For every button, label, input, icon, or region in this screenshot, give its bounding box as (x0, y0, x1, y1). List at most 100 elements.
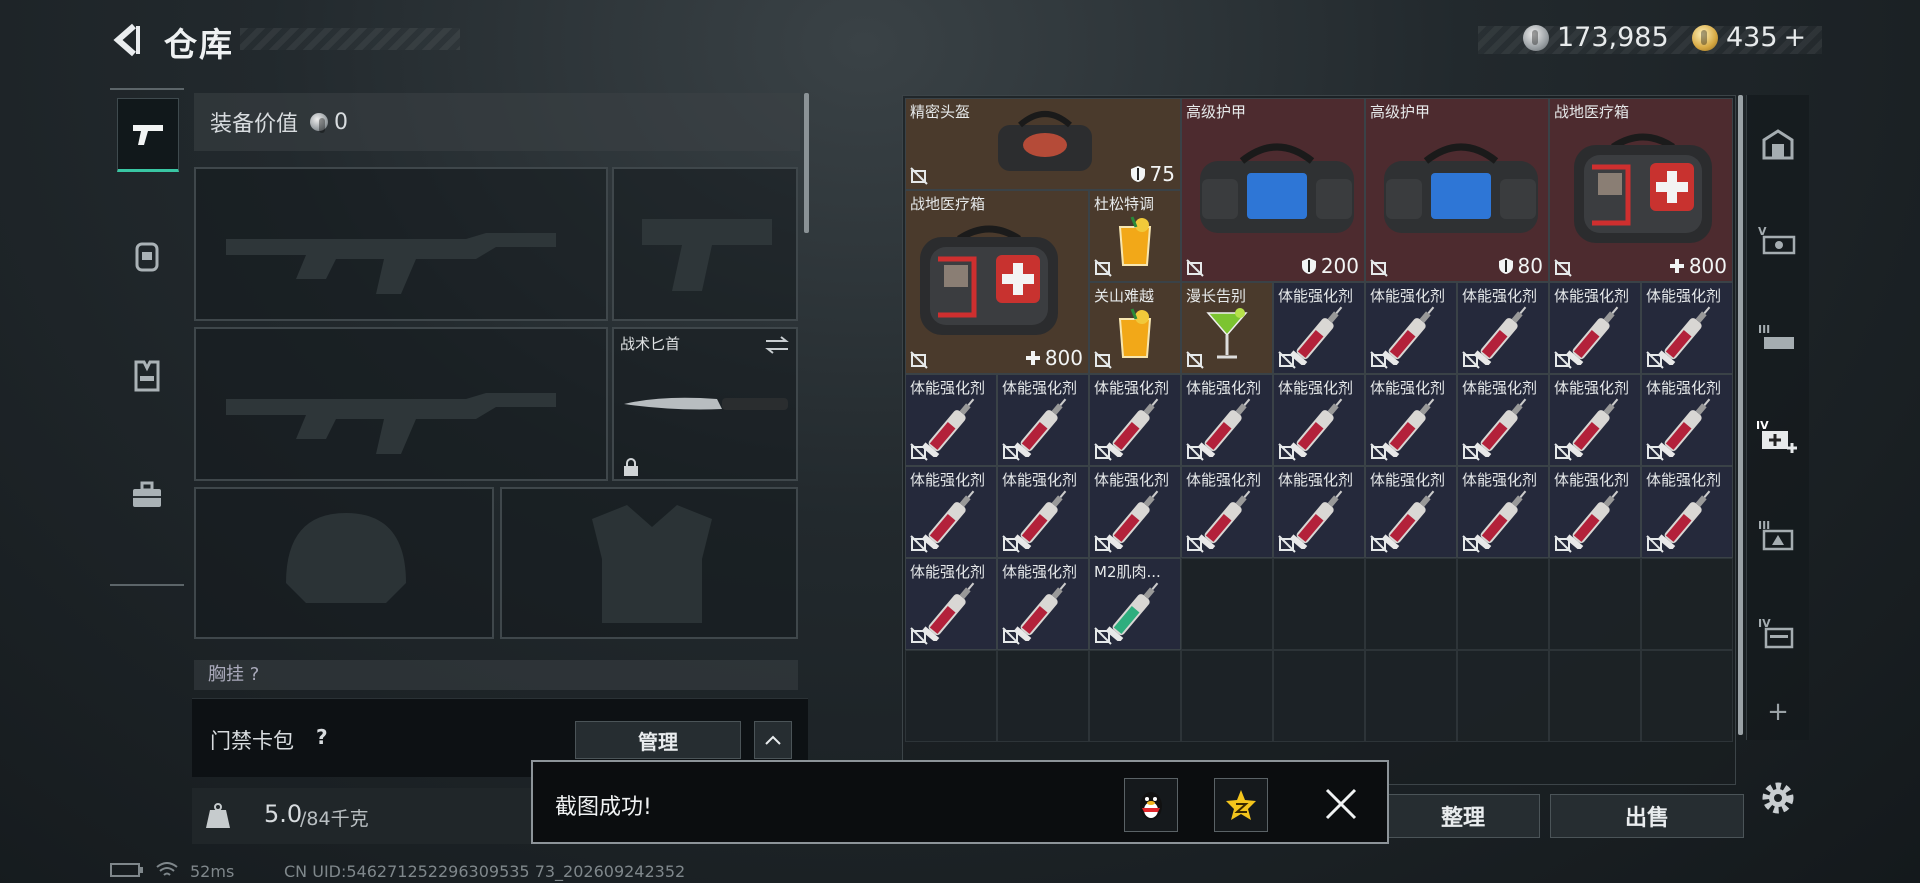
no-trade-icon (1462, 535, 1480, 553)
empty-slot (997, 650, 1089, 742)
helmet-slot[interactable] (194, 487, 494, 639)
inventory-item[interactable]: 体能强化剂 (1089, 374, 1181, 466)
loadout-scrollbar[interactable] (804, 93, 809, 233)
storage-tab-4-medical[interactable]: IV (1755, 413, 1801, 459)
storage-tab-3b[interactable]: III (1755, 511, 1801, 557)
tab-weapons[interactable] (117, 98, 179, 172)
storage-nav: V III IV III IV + (1746, 95, 1809, 740)
inventory-item[interactable]: 体能强化剂 (1457, 282, 1549, 374)
primary-weapon-slot[interactable] (194, 167, 608, 321)
storage-tab-4[interactable]: IV (1755, 609, 1801, 655)
inventory-item[interactable]: 体能强化剂 (905, 558, 997, 650)
armor-slot[interactable] (500, 487, 798, 639)
inventory-item[interactable]: 体能强化剂 (1549, 374, 1641, 466)
storage-iii-icon: III (1758, 323, 1794, 349)
keycard-help-icon[interactable]: ? (316, 725, 328, 749)
inventory-item[interactable]: 体能强化剂 (1273, 466, 1365, 558)
wifi-icon (156, 862, 178, 882)
weight-max: /84千克 (300, 808, 369, 830)
inventory-item[interactable]: 高级护甲 200 (1181, 98, 1365, 282)
item-name: 体能强化剂 (1094, 379, 1170, 397)
rifle-silhouette-icon (226, 393, 556, 454)
gear-icon (1762, 782, 1794, 814)
silver-currency: 173,985 (1523, 22, 1669, 53)
inventory-item[interactable]: 体能强化剂 (997, 558, 1089, 650)
inventory-scrollbar[interactable] (1738, 95, 1743, 735)
inventory-item[interactable]: 高级护甲 80 (1365, 98, 1549, 282)
empty-slot (1641, 650, 1733, 742)
inventory-item[interactable]: 体能强化剂 (1549, 466, 1641, 558)
tab-vest[interactable] (117, 340, 177, 410)
pistol-silhouette-icon (642, 219, 772, 291)
inventory-item[interactable]: M2肌肉... (1089, 558, 1181, 650)
plus-icon (1669, 258, 1685, 274)
equipment-value-bar: 装备价值 0 (194, 93, 800, 151)
inventory-item[interactable]: 体能强化剂 (1457, 466, 1549, 558)
inventory-item[interactable]: 体能强化剂 (1365, 282, 1457, 374)
no-trade-icon (1554, 259, 1572, 277)
inventory-item[interactable]: 体能强化剂 (1549, 282, 1641, 374)
primary-weapon-slot-2[interactable] (194, 327, 608, 481)
no-trade-icon (1554, 351, 1572, 369)
shield-icon (1130, 165, 1146, 183)
inventory-item[interactable]: 体能强化剂 (1181, 466, 1273, 558)
gold-add-button[interactable]: + (1784, 22, 1807, 53)
inventory-item[interactable]: 战地医疗箱 800 (1549, 98, 1733, 282)
secondary-weapon-slot[interactable] (612, 167, 798, 321)
sell-button[interactable]: 出售 (1550, 794, 1744, 838)
armor-bag-icon (1192, 139, 1362, 243)
vault-icon (1762, 129, 1794, 160)
inventory-item[interactable]: 体能强化剂 (905, 374, 997, 466)
inventory-item[interactable]: 关山难越 (1089, 282, 1181, 374)
inventory-item[interactable]: 杜松特调 (1089, 190, 1181, 282)
swap-icon[interactable] (764, 335, 790, 355)
helmet-silhouette-icon (286, 513, 406, 603)
melee-slot[interactable]: 战术匕首 (612, 327, 798, 481)
settings-button[interactable] (1758, 778, 1798, 818)
share-qzone-button[interactable] (1214, 778, 1268, 832)
gold-coin-icon (1692, 24, 1718, 51)
back-button[interactable] (108, 20, 148, 60)
chevron-up-icon (765, 735, 781, 745)
inventory-item[interactable]: 体能强化剂 (997, 374, 1089, 466)
plus-icon (1025, 350, 1041, 366)
pistol-icon (133, 125, 163, 145)
inventory-item[interactable]: 体能强化剂 (1641, 282, 1733, 374)
inventory-item[interactable]: 体能强化剂 (905, 466, 997, 558)
inventory-item[interactable]: 体能强化剂 (1181, 374, 1273, 466)
add-storage-button[interactable]: + (1755, 689, 1801, 735)
storage-home-button[interactable] (1755, 122, 1801, 168)
svg-text:IV: IV (1756, 419, 1769, 432)
shield-icon (1498, 257, 1514, 275)
sort-button[interactable]: 整理 (1386, 794, 1540, 838)
no-trade-icon (1186, 351, 1204, 369)
no-trade-icon (1094, 535, 1112, 553)
inventory-item[interactable]: 体能强化剂 (1457, 374, 1549, 466)
inventory-item[interactable]: 精密头盔 75 (905, 98, 1181, 190)
inventory-item[interactable]: 体能强化剂 (1273, 282, 1365, 374)
medkit-icon (1568, 127, 1718, 251)
inventory-item[interactable]: 体能强化剂 (1641, 466, 1733, 558)
tab-backpack[interactable] (117, 220, 177, 290)
battery-icon (110, 862, 144, 882)
inventory-item[interactable]: 体能强化剂 (1641, 374, 1733, 466)
inventory-item[interactable]: 体能强化剂 (1365, 466, 1457, 558)
storage-tab-3[interactable]: III (1755, 315, 1801, 361)
gold-currency[interactable]: 435 + (1692, 22, 1806, 53)
tab-case[interactable] (117, 460, 177, 530)
manage-button[interactable]: 管理 (575, 721, 741, 759)
item-name: 体能强化剂 (1646, 471, 1722, 489)
collapse-button[interactable] (754, 721, 792, 759)
share-qq-button[interactable] (1124, 778, 1178, 832)
inventory-item[interactable]: 体能强化剂 (1089, 466, 1181, 558)
inventory-item[interactable]: 体能强化剂 (1365, 374, 1457, 466)
inventory-item[interactable]: 体能强化剂 (1273, 374, 1365, 466)
inventory-item[interactable]: 战地医疗箱 800 (905, 190, 1089, 374)
close-button[interactable] (1323, 786, 1359, 822)
inventory-item[interactable]: 漫长告别 (1181, 282, 1273, 374)
storage-iv-icon: IV (1758, 617, 1794, 649)
storage-tab-5[interactable]: V (1755, 217, 1801, 263)
item-name: 战地医疗箱 (910, 195, 986, 213)
inventory-item[interactable]: 体能强化剂 (997, 466, 1089, 558)
no-trade-icon (1554, 443, 1572, 461)
